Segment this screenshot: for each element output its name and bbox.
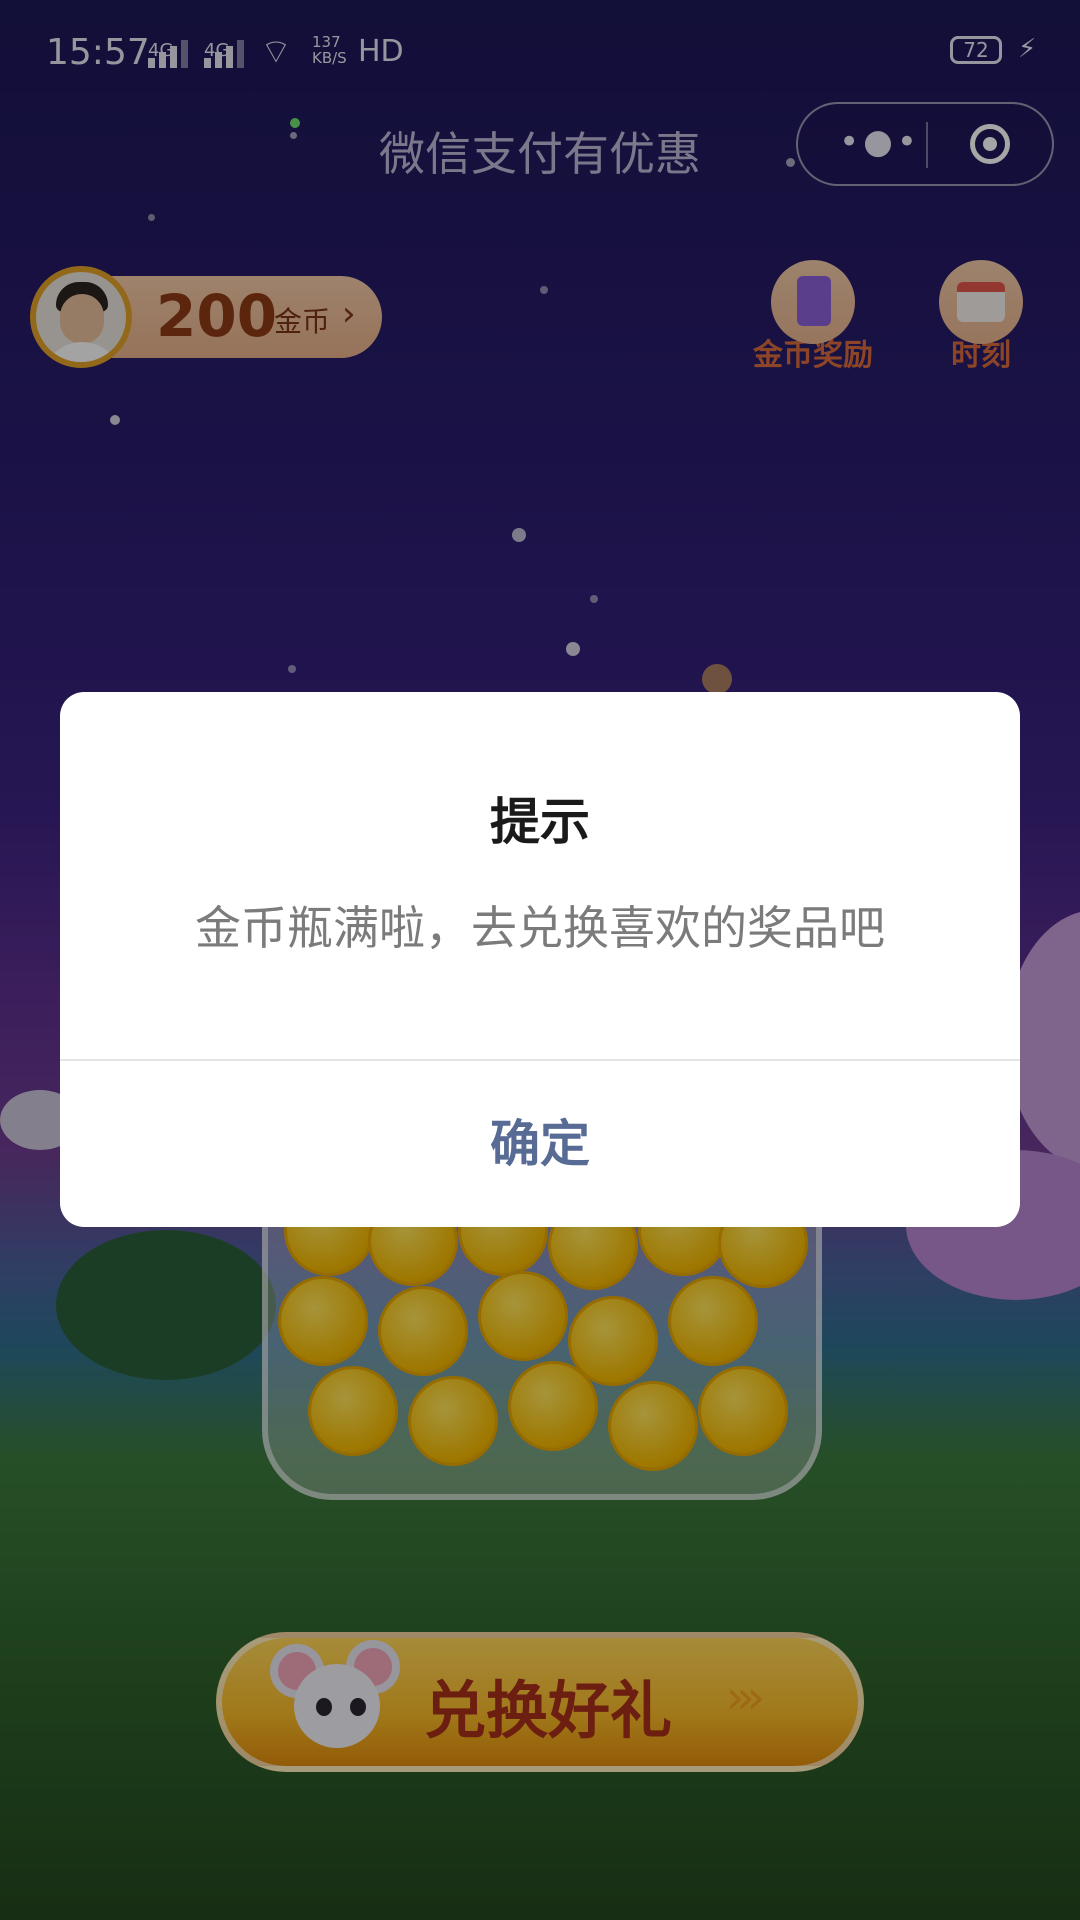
dialog-title: 提示	[490, 793, 590, 851]
confirm-button[interactable]: 确定	[60, 1061, 1020, 1227]
alert-dialog: 提示 金币瓶满啦，去兑换喜欢的奖品吧 确定	[60, 692, 1020, 1227]
dialog-message: 金币瓶满啦，去兑换喜欢的奖品吧	[195, 901, 885, 955]
